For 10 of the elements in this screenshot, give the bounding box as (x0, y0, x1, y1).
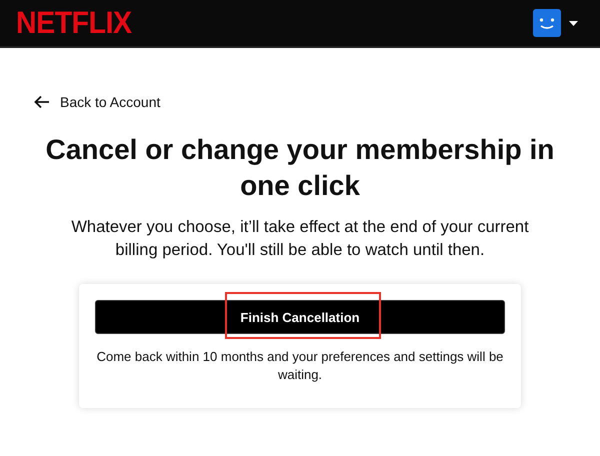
back-link-label[interactable]: Back to Account (60, 94, 160, 110)
back-link[interactable]: Back to Account (34, 94, 160, 110)
page-title: Cancel or change your membership in one click (44, 133, 556, 203)
subtitle: Whatever you choose, it’ll take effect at the end of your current billing period. You'll still be able to watch until then. (70, 217, 530, 261)
avatar-icon[interactable] (533, 9, 561, 37)
arrow-left-icon (34, 95, 50, 109)
note-text: Come back within 10 months and your preferences and settings will be waiting. (96, 348, 504, 384)
logo[interactable]: NETFLIX (16, 5, 132, 41)
caret-icon[interactable] (569, 20, 578, 26)
finish-cancellation-button[interactable]: Finish Cancellation (95, 300, 505, 334)
